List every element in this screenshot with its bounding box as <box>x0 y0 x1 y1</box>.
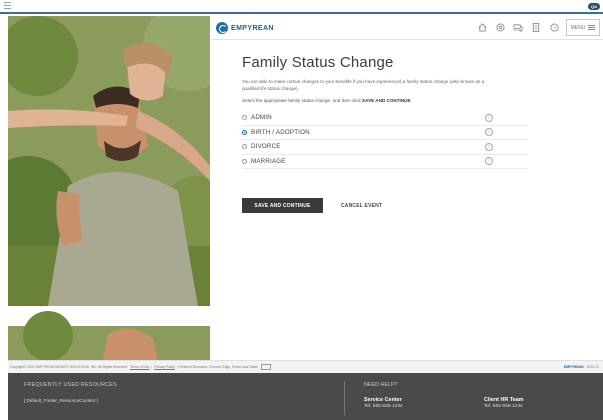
copyright-bar: Copyright© 2021 EMPYREAN BENEFIT SOLUTIO… <box>8 360 603 373</box>
empyrean-logo[interactable]: EMPYREAN <box>216 22 274 34</box>
option-divorce[interactable]: DIVORCE i <box>242 140 527 155</box>
home-icon[interactable] <box>477 22 487 32</box>
hr-team-tel[interactable]: Tel: 555-555-1234 <box>484 404 523 409</box>
hr-team-name: Client HR Team <box>484 397 524 403</box>
option-label: ADMIN <box>251 114 272 122</box>
resource-link[interactable]: [ Default_Footer_ResourceContent ] <box>24 398 117 403</box>
footer-divider <box>344 381 345 415</box>
privacy-link[interactable]: Privacy Policy <box>154 365 175 369</box>
preferred-browsers: Preferred Browsers: Chrome, Edge, Firefo… <box>178 365 258 369</box>
browser-icon <box>260 364 271 370</box>
radio-birth-adoption[interactable] <box>242 129 247 135</box>
menu-icon <box>588 24 596 31</box>
instruction-suffix: . <box>410 98 412 103</box>
info-icon[interactable]: i <box>485 128 493 137</box>
chat-icon[interactable] <box>513 22 523 32</box>
page-title: Family Status Change <box>242 54 394 71</box>
logo-text: EMPYREAN <box>231 24 274 32</box>
terms-link[interactable]: Terms of Use <box>130 365 149 369</box>
status-options: ADMIN i BIRTH / ADOPTION i DIVORCE i MAR… <box>242 111 527 169</box>
site-footer: FREQUENTLY USED RESOURCES [ Default_Foot… <box>8 373 603 420</box>
support-icon[interactable] <box>495 22 505 32</box>
instruction-prefix: Select the appropriate family status cha… <box>242 98 363 103</box>
menu-label: MENU <box>570 24 586 31</box>
environment-badge: QA <box>588 3 600 10</box>
hero-photo <box>8 16 210 360</box>
cancel-event-link[interactable]: CANCEL EVENT <box>341 203 382 209</box>
app-header: EMPYREAN ? MENU <box>210 16 603 40</box>
footer-logo: EMPYREAN <box>563 365 584 369</box>
copyright-text: Copyright© 2021 EMPYREAN BENEFIT SOLUTIO… <box>10 365 128 369</box>
service-center-tel[interactable]: Tel: 555-555-1234 <box>364 404 403 409</box>
resources-heading: FREQUENTLY USED RESOURCES <box>24 382 117 388</box>
help-heading: NEED HELP? <box>364 382 398 388</box>
option-label: MARRIAGE <box>251 157 286 165</box>
info-icon[interactable]: i <box>485 142 493 151</box>
form-actions: SAVE AND CONTINUE CANCEL EVENT <box>242 198 382 213</box>
help-icon[interactable]: ? <box>549 22 559 32</box>
menu-button[interactable]: MENU <box>566 19 600 36</box>
svg-text:?: ? <box>553 25 556 31</box>
option-label: BIRTH / ADOPTION <box>251 128 310 136</box>
option-birth-adoption[interactable]: BIRTH / ADOPTION i <box>242 126 527 140</box>
header-icons: ? <box>469 22 559 32</box>
logo-mark-icon <box>216 22 228 34</box>
option-admin[interactable]: ADMIN i <box>242 111 527 126</box>
separator: | <box>151 365 153 369</box>
document-icon[interactable] <box>531 22 541 32</box>
radio-marriage[interactable] <box>242 158 247 164</box>
version-text: 2023.11 <box>586 365 599 369</box>
info-icon[interactable]: i <box>485 157 493 166</box>
option-marriage[interactable]: MARRIAGE i <box>242 155 527 169</box>
copyright-right: EMPYREAN 2023.11 <box>564 365 599 369</box>
service-center-name: Service Center <box>364 397 402 403</box>
option-label: DIVORCE <box>251 143 281 151</box>
radio-admin[interactable] <box>242 115 247 121</box>
hr-team-contact: Client HR Team Tel: 555-555-1234 <box>484 397 523 409</box>
info-icon[interactable]: i <box>485 113 493 122</box>
main-content: Family Status Change You are able to mak… <box>242 54 562 169</box>
radio-divorce[interactable] <box>242 144 247 150</box>
service-center-contact: Service Center Tel: 555-555-1234 <box>364 397 403 409</box>
instruction-bold: SAVE AND CONTINUE <box>362 98 411 103</box>
resources-section: FREQUENTLY USED RESOURCES [ Default_Foot… <box>24 382 117 403</box>
top-strip: QA <box>0 0 603 14</box>
save-and-continue-button[interactable]: SAVE AND CONTINUE <box>242 198 323 213</box>
intro-text: You are able to make certain changes to … <box>242 79 485 91</box>
hamburger-icon[interactable] <box>4 2 11 9</box>
instruction-text: Select the appropriate family status cha… <box>242 98 562 103</box>
